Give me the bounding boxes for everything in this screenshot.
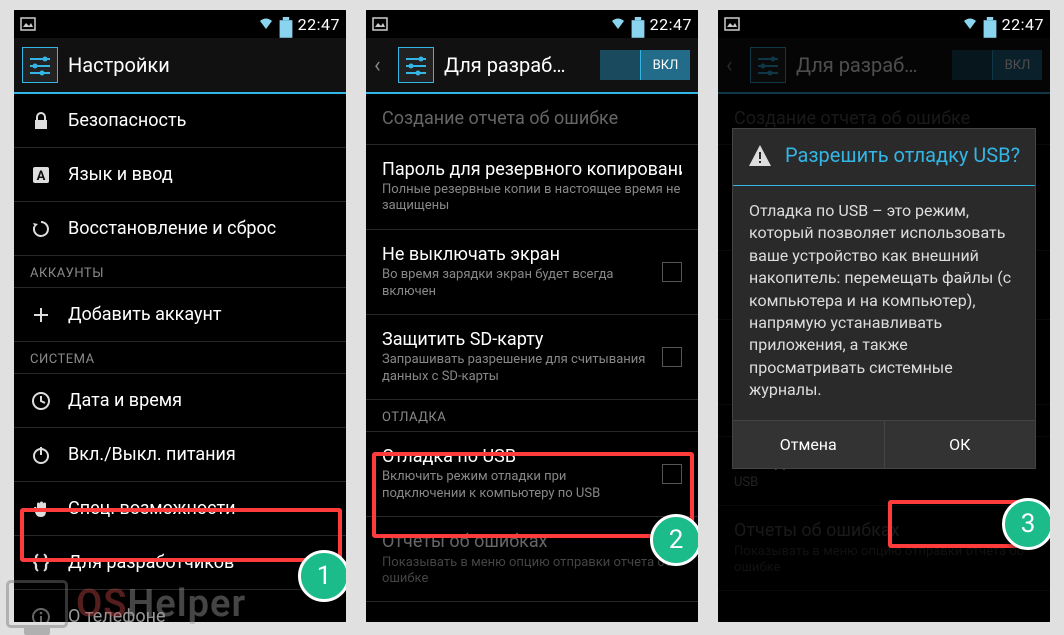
settings-item-add-account[interactable]: Добавить аккаунт	[14, 288, 346, 342]
dialog-cancel-button[interactable]: Отмена	[733, 421, 885, 468]
page-title: Для разраб…	[796, 53, 918, 77]
settings-item-developer-options[interactable]: { } Для разработчиков	[14, 536, 346, 590]
clock-icon	[30, 390, 52, 412]
step-badge-2: 2	[650, 514, 698, 566]
developer-options-list[interactable]: Создание отчета об ошибке Пароль для рез…	[366, 94, 698, 622]
language-icon: A	[30, 164, 52, 186]
wifi-icon	[258, 17, 274, 31]
settings-item-power[interactable]: Вкл./Выкл. питания	[14, 428, 346, 482]
braces-icon: { }	[30, 552, 52, 574]
toggle-label: ВКЛ	[640, 50, 690, 80]
dialog-body: Отладка по USB – это режим, который позв…	[733, 186, 1035, 420]
phone-screenshot-1: 22:47 Настройки Безопасность A Язык и вв…	[14, 10, 346, 622]
settings-app-icon	[22, 47, 58, 83]
back-icon: ‹	[726, 53, 740, 78]
item-label: Для разработчиков	[68, 552, 234, 574]
item-error-reports: Отчеты об ошибках Показывать в меню опци…	[366, 517, 698, 602]
item-bug-report: Создание отчета об ошибке	[366, 94, 698, 145]
phone-screenshot-3: 22:47 ‹ Для разраб… ВКЛ Создание отчета …	[718, 10, 1050, 622]
settings-item-language[interactable]: A Язык и ввод	[14, 148, 346, 202]
toggle-label: ВКЛ	[992, 50, 1042, 80]
item-stay-awake[interactable]: Не выключать экран Во время зарядки экра…	[366, 230, 698, 315]
settings-list[interactable]: Безопасность A Язык и ввод Восстановлени…	[14, 94, 346, 622]
hand-icon	[30, 498, 52, 520]
status-time: 22:47	[650, 15, 692, 34]
wifi-icon	[962, 17, 978, 31]
settings-item-backup-reset[interactable]: Восстановление и сброс	[14, 202, 346, 256]
item-label: Добавить аккаунт	[68, 304, 222, 326]
battery-icon	[278, 17, 294, 31]
status-time: 22:47	[298, 15, 340, 34]
action-bar: ‹ Для разраб… ВКЛ	[718, 38, 1050, 94]
item-usb-debugging[interactable]: Отладка по USB Включить режим отладки пр…	[366, 432, 698, 517]
item-label: О телефоне	[68, 606, 166, 622]
wifi-icon	[610, 17, 626, 31]
section-header-accounts: АККАУНТЫ	[14, 256, 346, 288]
action-bar: Настройки	[14, 38, 346, 94]
item-label: Безопасность	[68, 110, 186, 132]
step-badge-3: 3	[1002, 498, 1050, 550]
status-bar: 22:47	[718, 10, 1050, 38]
status-time: 22:47	[1002, 15, 1044, 34]
item-label: Спец. возможности	[68, 498, 236, 520]
action-bar: ‹ Для разраб… ВКЛ	[366, 38, 698, 94]
lock-icon	[30, 110, 52, 132]
restore-icon	[30, 218, 52, 240]
plus-icon	[30, 304, 52, 326]
item-backup-password[interactable]: Пароль для резервного копирования Полные…	[366, 145, 698, 230]
phone-screenshot-2: 22:47 ‹ Для разраб… ВКЛ Создание отчета …	[366, 10, 698, 622]
page-title: Для разраб…	[444, 53, 566, 77]
settings-app-icon	[750, 47, 786, 83]
checkbox[interactable]	[662, 464, 682, 484]
developer-options-toggle[interactable]: ВКЛ	[600, 50, 690, 80]
battery-icon	[982, 17, 998, 31]
screenshot-notification-icon	[724, 17, 740, 31]
settings-item-datetime[interactable]: Дата и время	[14, 374, 346, 428]
developer-options-toggle: ВКЛ	[952, 50, 1042, 80]
screenshot-notification-icon	[372, 17, 388, 31]
dialog-ok-button[interactable]: ОК	[885, 421, 1036, 468]
item-protect-sdcard[interactable]: Защитить SD-карту Запрашивать разрешение…	[366, 315, 698, 400]
checkbox[interactable]	[662, 262, 682, 282]
usb-debug-dialog: Разрешить отладку USB? Отладка по USB – …	[732, 128, 1036, 469]
warning-icon	[747, 143, 773, 173]
status-bar: 22:47	[366, 10, 698, 38]
item-label: Вкл./Выкл. питания	[68, 444, 236, 466]
settings-item-security[interactable]: Безопасность	[14, 94, 346, 148]
settings-item-about-phone[interactable]: О телефоне	[14, 590, 346, 622]
dialog-title: Разрешить отладку USB?	[785, 143, 1020, 167]
svg-text:A: A	[37, 169, 46, 184]
settings-app-icon[interactable]	[398, 47, 434, 83]
page-title: Настройки	[68, 53, 170, 77]
checkbox[interactable]	[662, 347, 682, 367]
section-header-debug: ОТЛАДКА	[366, 400, 698, 432]
step-badge-1: 1	[298, 550, 346, 602]
settings-item-accessibility[interactable]: Спец. возможности	[14, 482, 346, 536]
back-icon[interactable]: ‹	[374, 53, 388, 78]
screenshot-notification-icon	[20, 17, 36, 31]
item-label: Язык и ввод	[68, 164, 173, 186]
item-label: Восстановление и сброс	[68, 218, 276, 240]
battery-icon	[630, 17, 646, 31]
item-label: Дата и время	[68, 390, 182, 412]
status-bar: 22:47	[14, 10, 346, 38]
info-icon	[30, 606, 52, 623]
section-header-system: СИСТЕМА	[14, 342, 346, 374]
power-icon	[30, 444, 52, 466]
